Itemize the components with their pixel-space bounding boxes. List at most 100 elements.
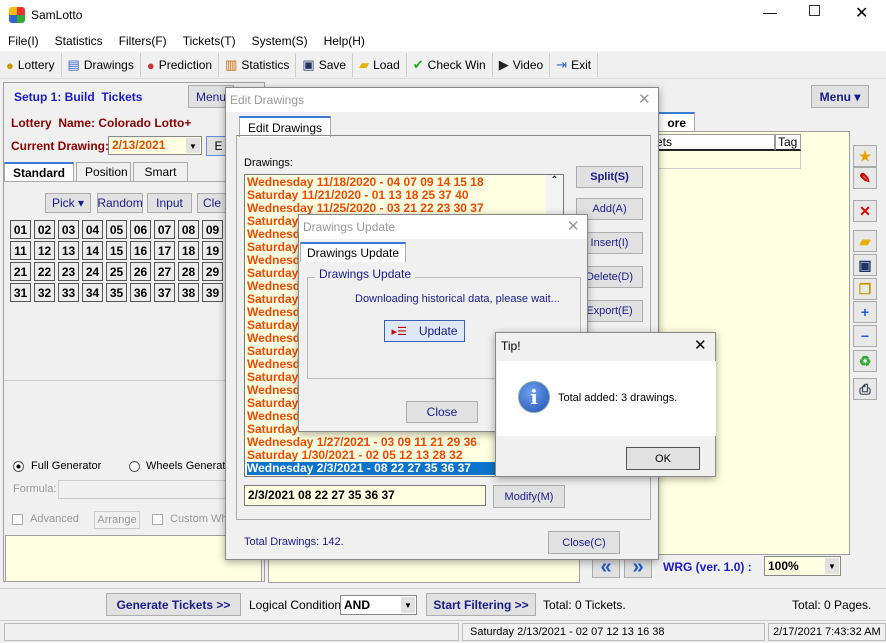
save-button[interactable]: ▣ [853, 254, 877, 276]
delete-button[interactable]: ✕ [853, 200, 877, 222]
menu-filei[interactable]: File(I) [0, 31, 47, 51]
tab-smart[interactable]: Smart [133, 162, 188, 181]
number-11[interactable]: 11 [10, 241, 31, 260]
number-02[interactable]: 02 [34, 220, 55, 239]
edit-drawings-close-icon[interactable]: ✕ [638, 90, 651, 108]
toolbar-statistics-button[interactable]: ▥ Statistics [219, 53, 297, 77]
number-39[interactable]: 39 [202, 283, 223, 302]
wheels-generator-radio[interactable] [129, 461, 140, 472]
tab-edit-drawings[interactable]: Edit Drawings [239, 116, 332, 137]
toolbar-load-button[interactable]: ▰ Load [353, 53, 407, 77]
formula-select[interactable] [58, 480, 228, 499]
number-04[interactable]: 04 [82, 220, 103, 239]
copy-button[interactable]: ❐ [853, 278, 877, 300]
number-21[interactable]: 21 [10, 262, 31, 281]
zoom-select[interactable]: 100% ▼ [764, 556, 841, 576]
modify-button[interactable]: Modify(M) [493, 485, 565, 508]
random-button[interactable]: Random [97, 193, 143, 213]
number-03[interactable]: 03 [58, 220, 79, 239]
number-33[interactable]: 33 [58, 283, 79, 302]
menu-helph[interactable]: Help(H) [316, 31, 373, 51]
number-01[interactable]: 01 [10, 220, 31, 239]
number-29[interactable]: 29 [202, 262, 223, 281]
menu-ticketst[interactable]: Tickets(T) [175, 31, 244, 51]
number-06[interactable]: 06 [130, 220, 151, 239]
maximize-button[interactable] [809, 5, 820, 16]
number-23[interactable]: 23 [58, 262, 79, 281]
number-07[interactable]: 07 [154, 220, 175, 239]
tag-column-header[interactable]: Tag [775, 134, 801, 151]
input-button[interactable]: Input [147, 193, 192, 213]
menu-filtersf[interactable]: Filters(F) [111, 31, 175, 51]
number-28[interactable]: 28 [178, 262, 199, 281]
total-pages: Total: 0 Pages. [792, 598, 872, 612]
logical-condition-select[interactable]: AND ▼ [340, 595, 417, 615]
split-button[interactable]: Split(S) [576, 166, 643, 188]
toolbar-prediction-button[interactable]: ● Prediction [141, 53, 220, 77]
generate-tickets-button[interactable]: Generate Tickets >> [106, 593, 241, 616]
toolbar-save-button[interactable]: ▣ Save [296, 53, 354, 77]
close-button[interactable]: ✕ [855, 3, 868, 23]
recycle-button[interactable]: ♻ [853, 350, 877, 372]
menu-systems[interactable]: System(S) [244, 31, 316, 51]
print-button[interactable]: ⎙ [853, 378, 877, 400]
tab-standard[interactable]: Standard [4, 162, 74, 182]
number-32[interactable]: 32 [34, 283, 55, 302]
toolbar-video-button[interactable]: ▶ Video [493, 53, 551, 77]
number-26[interactable]: 26 [130, 262, 151, 281]
number-16[interactable]: 16 [130, 241, 151, 260]
toolbar-drawings-button[interactable]: ▤ Drawings [62, 53, 141, 77]
arrange-button[interactable]: Arrange [94, 511, 140, 529]
clear-button[interactable]: Cle [197, 193, 227, 213]
start-filtering-button[interactable]: Start Filtering >> [426, 593, 536, 616]
drawings-update-close-button[interactable]: Close [406, 401, 478, 423]
next-page-button[interactable]: » [624, 556, 652, 578]
number-05[interactable]: 05 [106, 220, 127, 239]
star-folder-button[interactable]: ★ [853, 145, 877, 167]
toolbar-lottery-button[interactable]: ● Lottery [0, 53, 62, 77]
remove-button[interactable]: − [853, 325, 877, 347]
number-12[interactable]: 12 [34, 241, 55, 260]
number-35[interactable]: 35 [106, 283, 127, 302]
add-button[interactable]: + [853, 301, 877, 323]
tip-close-icon[interactable]: ✕ [694, 336, 707, 354]
number-14[interactable]: 14 [82, 241, 103, 260]
number-13[interactable]: 13 [58, 241, 79, 260]
number-24[interactable]: 24 [82, 262, 103, 281]
current-drawing-select[interactable]: 2/13/2021 ▼ [108, 136, 202, 155]
tab-position[interactable]: Position [76, 162, 131, 181]
number-15[interactable]: 15 [106, 241, 127, 260]
custom-checkbox[interactable] [152, 514, 163, 525]
drawings-update-close-icon[interactable]: ✕ [567, 217, 580, 235]
toolbar-exit-button[interactable]: ⇥ Exit [550, 53, 599, 77]
number-38[interactable]: 38 [178, 283, 199, 302]
pick-button[interactable]: Pick ▾ [45, 193, 91, 213]
number-34[interactable]: 34 [82, 283, 103, 302]
number-37[interactable]: 37 [154, 283, 175, 302]
ok-button[interactable]: OK [626, 447, 700, 470]
number-31[interactable]: 31 [10, 283, 31, 302]
number-18[interactable]: 18 [178, 241, 199, 260]
advanced-checkbox[interactable] [12, 514, 23, 525]
number-36[interactable]: 36 [130, 283, 151, 302]
edit-drawings-close-button[interactable]: Close(C) [548, 531, 620, 554]
update-button[interactable]: ▸☰ Update [384, 320, 465, 342]
number-22[interactable]: 22 [34, 262, 55, 281]
formula-label: Formula: [13, 483, 57, 495]
full-generator-radio[interactable] [13, 461, 24, 472]
number-08[interactable]: 08 [178, 220, 199, 239]
drawing-edit-input[interactable]: 2/3/2021 08 22 27 35 36 37 [244, 485, 486, 506]
number-17[interactable]: 17 [154, 241, 175, 260]
menu-statistics[interactable]: Statistics [47, 31, 111, 51]
open-button[interactable]: ▰ [853, 230, 877, 252]
toolbar-check-win-button[interactable]: ✔ Check Win [407, 53, 493, 77]
prev-page-button[interactable]: « [592, 556, 620, 578]
number-25[interactable]: 25 [106, 262, 127, 281]
number-27[interactable]: 27 [154, 262, 175, 281]
number-09[interactable]: 09 [202, 220, 223, 239]
eraser-button[interactable]: ✎ [853, 167, 877, 189]
minimize-button[interactable]: — [763, 4, 777, 20]
right-menu-button[interactable]: Menu ▾ [811, 85, 869, 108]
number-19[interactable]: 19 [202, 241, 223, 260]
tab-drawings-update[interactable]: Drawings Update [300, 242, 407, 262]
